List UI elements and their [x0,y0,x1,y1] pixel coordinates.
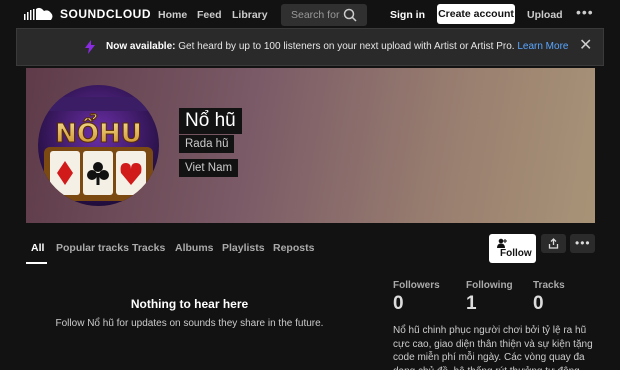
profile-subtitle: Rada hũ [179,135,235,153]
stat-tracks-value[interactable]: 0 [533,293,544,315]
nav-library[interactable]: Library [232,9,268,21]
add-user-icon [497,238,507,248]
stat-following-label[interactable]: Following [466,280,513,291]
avatar-image: NỔHU [38,85,159,206]
stat-followers-label[interactable]: Followers [393,280,440,291]
share-icon [548,238,559,249]
top-nav: SOUNDCLOUD Home Feed Library Sign in Cre… [0,0,620,30]
learn-more-link[interactable]: Learn More [517,41,568,52]
soundcloud-logo[interactable]: SOUNDCLOUD [24,7,151,21]
banner-bold: Now available: [106,41,176,52]
tab-playlists[interactable]: Playlists [222,242,265,254]
profile-location: Viet Nam [179,159,239,177]
share-button[interactable] [541,234,566,253]
banner-message: Now available: Get heard by up to 100 li… [106,41,568,52]
stat-following-value[interactable]: 1 [466,293,477,315]
nav-upload[interactable]: Upload [527,9,563,21]
search-input[interactable] [291,9,343,21]
more-menu-icon[interactable]: ••• [576,4,594,20]
tab-reposts[interactable]: Reposts [273,242,314,254]
tab-all[interactable]: All [31,242,44,254]
profile-description: Nổ hũ chinh phục người chơi bởi tỷ lệ ra… [393,325,593,370]
lightning-icon [85,40,95,54]
more-options-icon: ••• [575,236,591,250]
nav-home[interactable]: Home [158,9,187,21]
empty-state-title: Nothing to hear here [130,297,249,311]
profile-name: Nổ hũ [179,108,242,134]
stat-tracks-label[interactable]: Tracks [533,280,565,291]
search-icon[interactable] [343,8,357,22]
avatar[interactable]: NỔHU [38,85,159,206]
active-tab-indicator [26,262,47,264]
signin-link[interactable]: Sign in [390,9,425,21]
create-account-button[interactable]: Create account [437,4,515,24]
tab-popular-tracks[interactable]: Popular tracks [56,242,129,254]
profile-hero: NỔHU Nổ hũ Rada hũ Viet Nam [26,68,595,223]
follow-label: Follow [500,248,532,259]
tab-tracks[interactable]: Tracks [132,242,165,254]
more-options-button[interactable]: ••• [570,234,595,253]
nav-feed[interactable]: Feed [197,9,222,21]
stat-followers-value[interactable]: 0 [393,293,404,315]
search-box [281,4,367,26]
banner-text: Get heard by up to 100 listeners on your… [175,41,518,52]
follow-button[interactable]: Follow [489,234,536,263]
close-icon[interactable]: ✕ [579,38,592,54]
announcement-banner: Now available: Get heard by up to 100 li… [16,28,604,66]
tab-albums[interactable]: Albums [175,242,214,254]
empty-state-subtitle: Follow Nổ hũ for updates on sounds they … [55,318,324,329]
soundcloud-cloud-icon [24,7,53,20]
logo-text: SOUNDCLOUD [60,7,151,21]
